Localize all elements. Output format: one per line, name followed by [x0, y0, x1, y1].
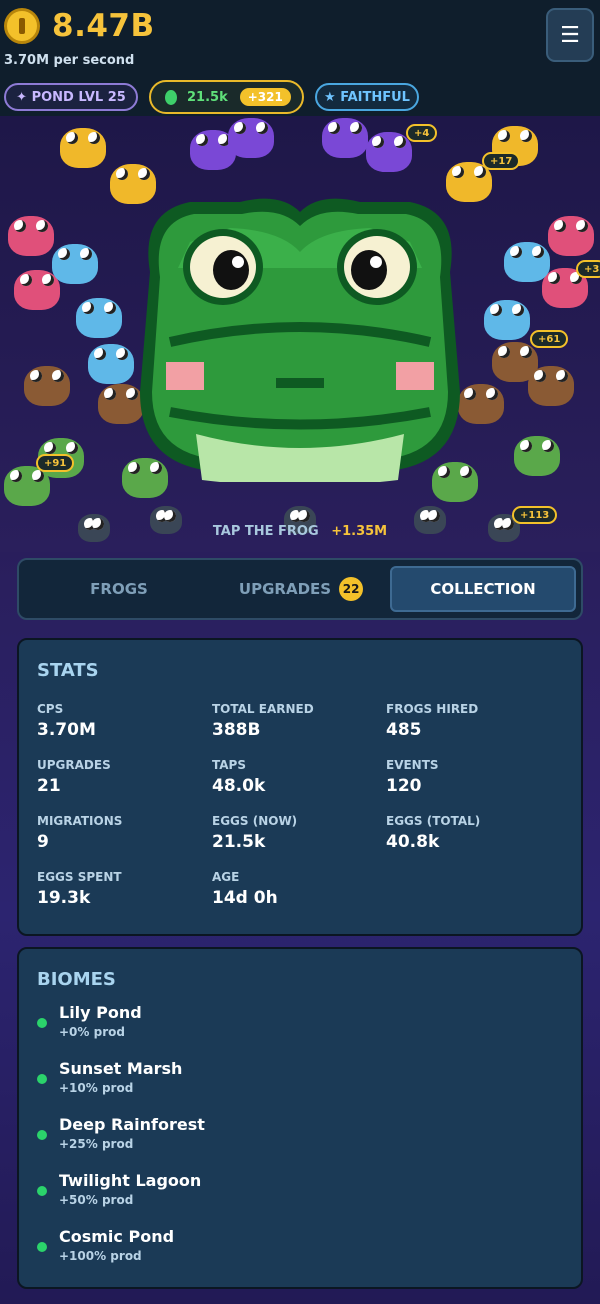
frog-sprite	[14, 270, 60, 310]
stat-total-earned: TOTAL EARNED 388B	[212, 702, 314, 740]
stat-eggs-total: EGGS (TOTAL) 40.8k	[386, 814, 481, 852]
biomes-panel: BIOMES Lily Pond +0% prod Sunset Marsh +10…	[17, 947, 583, 1289]
active-dot-icon	[37, 1130, 47, 1140]
frog-sprite	[4, 466, 50, 506]
big-frog[interactable]	[130, 172, 470, 482]
stats-panel: STATS CPS 3.70M TOTAL EARNED 388B FROGS HI…	[17, 638, 583, 936]
egg-icon	[165, 89, 177, 105]
coin-icon	[4, 8, 40, 44]
frog-sprite	[88, 344, 134, 384]
stat-eggs-now: EGGS (NOW) 21.5k	[212, 814, 298, 852]
active-dot-icon	[37, 1074, 47, 1084]
active-dot-icon	[37, 1186, 47, 1196]
frog-sprite	[322, 118, 368, 158]
stat-events: EVENTS 120	[386, 758, 439, 796]
coins-per-second: 3.70M per second	[4, 53, 135, 68]
coin-bubble: +91	[36, 454, 75, 472]
coin-counter: 8.47B	[4, 8, 155, 44]
eggs-counter[interactable]: 21.5k +321	[149, 80, 304, 114]
menu-button[interactable]: ☰	[546, 8, 594, 62]
tab-bar: FROGS UPGRADES 22 COLLECTION	[17, 558, 583, 620]
eggs-value: 21.5k	[187, 89, 228, 105]
stat-frogs-hired: FROGS HIRED 485	[386, 702, 479, 740]
stat-eggs-spent: EGGS SPENT 19.3k	[37, 870, 122, 908]
stats-title: STATS	[37, 660, 99, 681]
frog-sprite	[484, 300, 530, 340]
frog-sprite	[504, 242, 550, 282]
tab-upgrades-label: UPGRADES	[238, 580, 332, 598]
stat-taps: TAPS 48.0k	[212, 758, 266, 796]
stat-age: AGE 14d 0h	[212, 870, 278, 908]
coin-bubble: +61	[530, 330, 569, 348]
frog-sprite	[514, 436, 560, 476]
tap-label: TAP THE FROG	[212, 524, 319, 539]
tap-prompt: TAP THE FROG +1.35M	[0, 524, 600, 539]
tab-collection-label: COLLECTION	[430, 580, 536, 598]
stat-cps: CPS 3.70M	[37, 702, 96, 740]
coin-bubble: +4	[406, 124, 438, 142]
top-bar: 8.47B 3.70M per second ☰ ✦ POND LVL 25 2…	[0, 0, 600, 116]
eggs-bonus: +321	[239, 88, 291, 106]
upgrades-count-badge: 22	[339, 577, 364, 601]
frog-sprite	[76, 298, 122, 338]
tab-frogs[interactable]: FROGS	[27, 566, 211, 612]
coin-total: 8.47B	[52, 8, 155, 44]
coin-bubble: +17	[482, 152, 521, 170]
tap-value: +1.35M	[331, 524, 388, 539]
tab-frogs-label: FROGS	[90, 580, 148, 598]
tab-collection[interactable]: COLLECTION	[390, 566, 576, 612]
frog-sprite	[60, 128, 106, 168]
faithful-badge[interactable]: ★ FAITHFUL	[315, 83, 419, 111]
frog-sprite	[8, 216, 54, 256]
frog-sprite	[528, 366, 574, 406]
frog-sprite	[228, 118, 274, 158]
coin-bubble: +3	[576, 260, 600, 278]
stat-upgrades: UPGRADES 21	[37, 758, 111, 796]
frog-sprite	[52, 244, 98, 284]
active-dot-icon	[37, 1018, 47, 1028]
frog-sprite	[24, 366, 70, 406]
coin-bubble: +113	[512, 506, 558, 524]
pond-area[interactable]: +4 +17 +3 +61 +91 +113 TAP THE FROG +1.3…	[0, 116, 600, 552]
frog-sprite	[548, 216, 594, 256]
tab-upgrades[interactable]: UPGRADES 22	[211, 566, 391, 612]
hamburger-icon: ☰	[560, 22, 580, 48]
frog-sprite	[366, 132, 412, 172]
stat-migrations: MIGRATIONS 9	[37, 814, 123, 852]
active-dot-icon	[37, 1242, 47, 1252]
pond-level-badge[interactable]: ✦ POND LVL 25	[4, 83, 138, 111]
biomes-title: BIOMES	[37, 969, 116, 990]
